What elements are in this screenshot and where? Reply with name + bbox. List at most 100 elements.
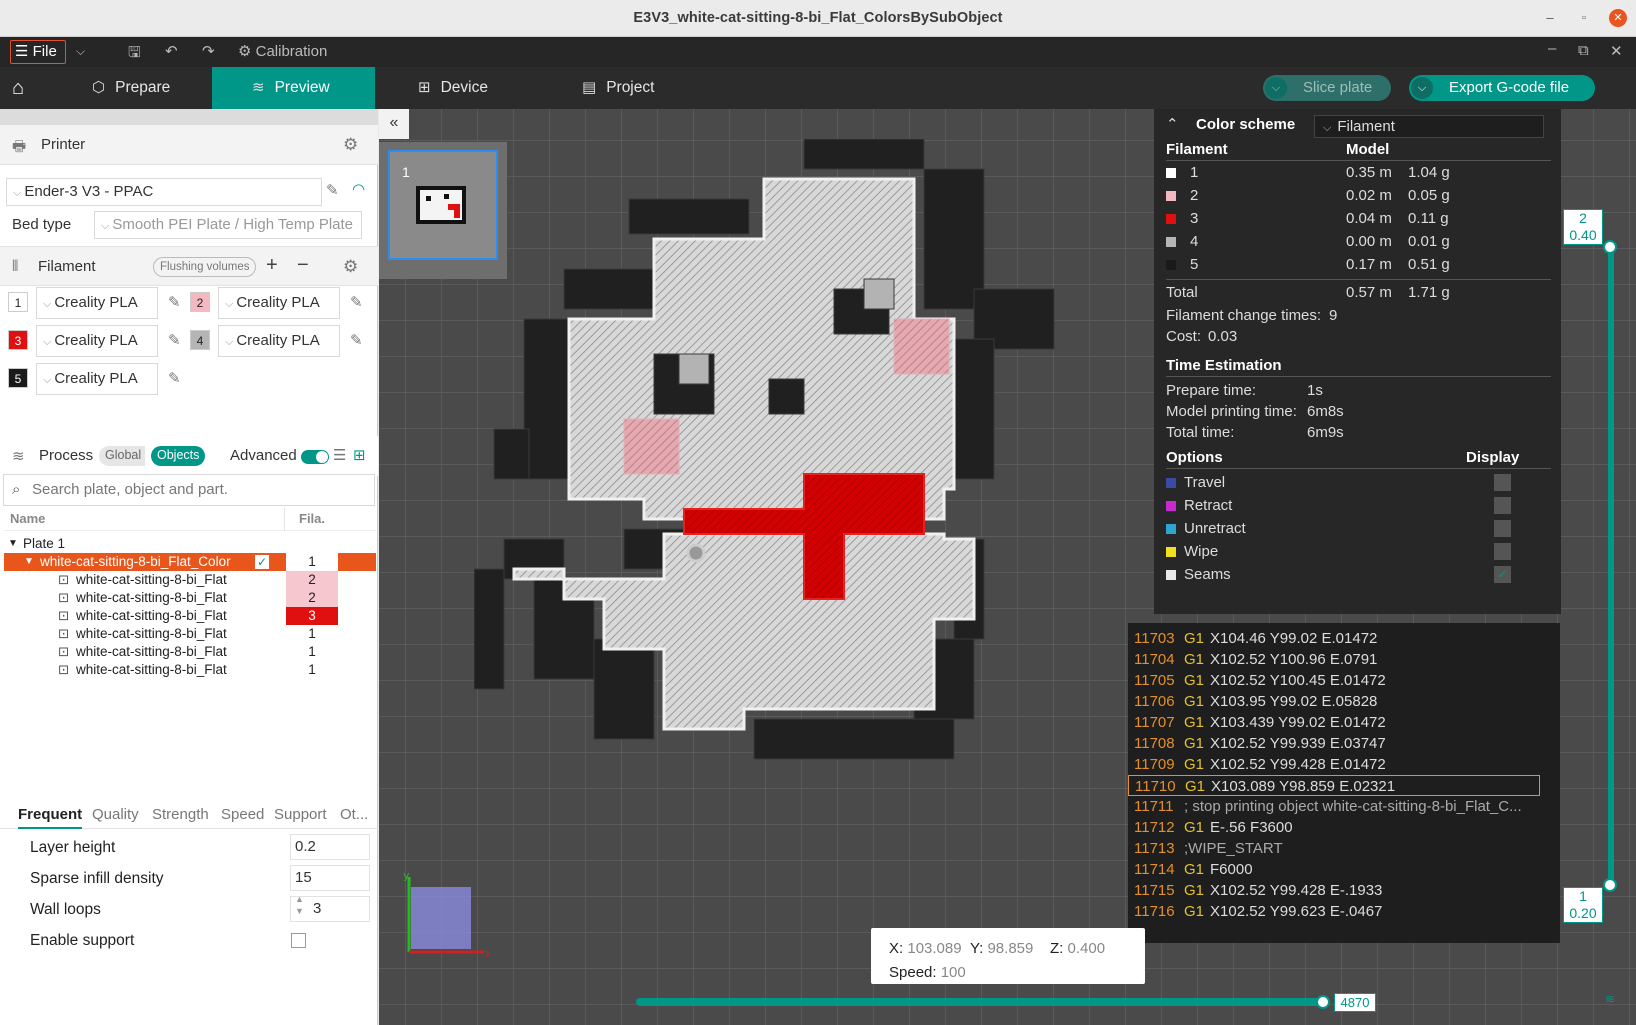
param-tab[interactable]: Ot... <box>340 806 368 823</box>
object-row[interactable]: ▼ white-cat-sitting-8-bi_Flat_Color ✓ 1 <box>4 553 376 571</box>
undo-icon[interactable]: ↶ <box>165 42 178 60</box>
option-display-checkbox[interactable]: ✓ <box>1494 566 1511 583</box>
objects-toggle[interactable]: Objects <box>151 446 206 466</box>
part-fila[interactable]: 2 <box>286 589 338 607</box>
wall-loops-stepper[interactable]: ▲ ▼ 3 <box>290 893 370 922</box>
home-button[interactable]: ⌂ <box>0 67 44 109</box>
bed-type-select[interactable]: ⌵ Smooth PEI Plate / High Temp Plate <box>94 211 362 239</box>
collapse-icon[interactable]: ⌃ <box>1166 115 1179 133</box>
close-icon[interactable]: ✕ <box>1609 9 1627 27</box>
layers-icon[interactable]: ≋ <box>1605 992 1615 1006</box>
param-tab[interactable]: Frequent <box>18 806 83 829</box>
calibration-menu[interactable]: ⚙ Calibration <box>238 42 327 60</box>
option-display-checkbox[interactable] <box>1494 474 1511 491</box>
legend-filament-length: 0.35 m <box>1346 164 1392 181</box>
filament-select[interactable]: ⌵ Creality PLA <box>36 287 158 319</box>
filament-select[interactable]: ⌵ Creality PLA <box>36 325 158 357</box>
option-display-checkbox[interactable] <box>1494 520 1511 537</box>
export-gcode-button[interactable]: ⌵ Export G-code file <box>1409 75 1595 101</box>
part-fila[interactable]: 1 <box>286 625 338 643</box>
restore-minimize-icon[interactable]: – <box>1548 40 1556 57</box>
restore-icon[interactable]: ⧉ <box>1578 42 1589 59</box>
plate-row[interactable]: ▼ Plate 1 <box>4 535 376 553</box>
maximize-icon[interactable]: ▫ <box>1575 9 1593 27</box>
infill-input[interactable]: 15 <box>290 865 370 891</box>
object-visible-checkbox[interactable]: ✓ <box>255 555 269 569</box>
gear-icon[interactable]: ⚙ <box>343 257 358 277</box>
edit-icon[interactable]: ✎ <box>326 181 339 199</box>
filament-color-badge[interactable]: 4 <box>190 330 210 350</box>
color-scheme-select[interactable]: ⌵ Filament <box>1314 115 1544 138</box>
part-row[interactable]: ⊡ white-cat-sitting-8-bi_Flat 1 <box>4 625 376 643</box>
gcode-line: 11714 G1 F6000 <box>1128 859 1560 880</box>
option-display-checkbox[interactable] <box>1494 543 1511 560</box>
filament-select[interactable]: ⌵ Creality PLA <box>36 363 158 395</box>
filament-color-badge[interactable]: 3 <box>8 330 28 350</box>
app-close-icon[interactable]: ✕ <box>1610 42 1623 60</box>
list-view-icon[interactable]: ☰ <box>333 446 346 464</box>
edit-filament-icon[interactable]: ✎ <box>168 331 181 349</box>
edit-filament-icon[interactable]: ✎ <box>350 293 363 311</box>
minimize-icon[interactable]: – <box>1541 9 1559 27</box>
layer-slider-top-handle[interactable] <box>1603 240 1617 254</box>
layer-height-input[interactable]: 0.2 <box>290 834 370 860</box>
part-row[interactable]: ⊡ white-cat-sitting-8-bi_Flat 1 <box>4 661 376 679</box>
gear-icon[interactable]: ⚙ <box>343 135 358 155</box>
part-row[interactable]: ⊡ white-cat-sitting-8-bi_Flat 2 <box>4 571 376 589</box>
part-row[interactable]: ⊡ white-cat-sitting-8-bi_Flat 1 <box>4 643 376 661</box>
chevron-down-icon[interactable]: ⌵ <box>76 44 85 59</box>
wifi-icon[interactable]: ◠ <box>352 180 365 198</box>
search-input[interactable]: ⌕ Search plate, object and part. <box>3 474 375 506</box>
part-fila[interactable]: 3 <box>286 607 338 625</box>
stepper-arrows-icon[interactable]: ▲ ▼ <box>295 893 304 917</box>
gcode-line-number: 11715 <box>1134 882 1175 899</box>
save-icon[interactable]: 🖫 <box>128 42 141 67</box>
part-fila[interactable]: 2 <box>286 571 338 589</box>
chevron-down-icon[interactable]: ⌵ <box>1411 77 1433 99</box>
filament-color-badge[interactable]: 1 <box>8 292 28 312</box>
object-fila[interactable]: 1 <box>286 553 338 571</box>
option-display-checkbox[interactable] <box>1494 497 1511 514</box>
layer-slider[interactable] <box>1608 246 1614 882</box>
grid-view-icon[interactable]: ⊞ <box>353 446 366 464</box>
global-toggle[interactable]: Global <box>99 446 146 466</box>
edit-filament-icon[interactable]: ✎ <box>168 369 181 387</box>
redo-icon[interactable]: ↷ <box>202 42 215 60</box>
param-tab[interactable]: Quality <box>92 806 139 823</box>
move-slider-handle[interactable] <box>1316 995 1330 1009</box>
tab-project[interactable]: ▤ Project <box>570 67 710 109</box>
layer-slider-bottom-handle[interactable] <box>1603 878 1617 892</box>
part-fila[interactable]: 1 <box>286 643 338 661</box>
tab-preview[interactable]: ≋ Preview <box>212 67 375 109</box>
filament-color-badge[interactable]: 5 <box>8 368 28 388</box>
part-row[interactable]: ⊡ white-cat-sitting-8-bi_Flat 2 <box>4 589 376 607</box>
file-menu[interactable]: ☰ File <box>10 40 66 64</box>
gcode-command: G1 <box>1184 630 1205 647</box>
edit-filament-icon[interactable]: ✎ <box>168 293 181 311</box>
add-filament-icon[interactable]: + <box>266 254 278 277</box>
filament-color-badge[interactable]: 2 <box>190 292 210 312</box>
chevron-down-icon[interactable]: ⌵ <box>1265 77 1287 99</box>
filament-select[interactable]: ⌵ Creality PLA <box>218 287 340 319</box>
filament-select[interactable]: ⌵ Creality PLA <box>218 325 340 357</box>
edit-filament-icon[interactable]: ✎ <box>350 331 363 349</box>
legend-option-row: Retract <box>1166 494 1546 517</box>
filament-name: Creality PLA <box>54 294 138 311</box>
prepare-time-label: Prepare time: <box>1166 382 1257 399</box>
remove-filament-icon[interactable]: − <box>297 254 309 277</box>
option-swatch <box>1166 547 1176 557</box>
slice-plate-button[interactable]: ⌵ Slice plate <box>1263 75 1391 101</box>
enable-support-checkbox[interactable] <box>291 933 306 948</box>
param-tab[interactable]: Support <box>274 806 327 823</box>
move-slider[interactable] <box>636 998 1322 1006</box>
part-fila[interactable]: 1 <box>286 661 338 679</box>
flushing-volumes-button[interactable]: Flushing volumes <box>153 257 257 277</box>
part-row[interactable]: ⊡ white-cat-sitting-8-bi_Flat 3 <box>4 607 376 625</box>
tab-prepare[interactable]: ⬡ Prepare <box>80 67 212 109</box>
advanced-switch[interactable] <box>301 450 329 464</box>
printer-select[interactable]: ⌵ Ender-3 V3 - PPAC <box>6 178 322 206</box>
collapse-sidebar-icon[interactable]: « <box>379 109 409 139</box>
param-tab[interactable]: Strength <box>152 806 209 823</box>
param-tab[interactable]: Speed <box>221 806 264 823</box>
tab-device[interactable]: ⊞ Device <box>406 67 546 109</box>
